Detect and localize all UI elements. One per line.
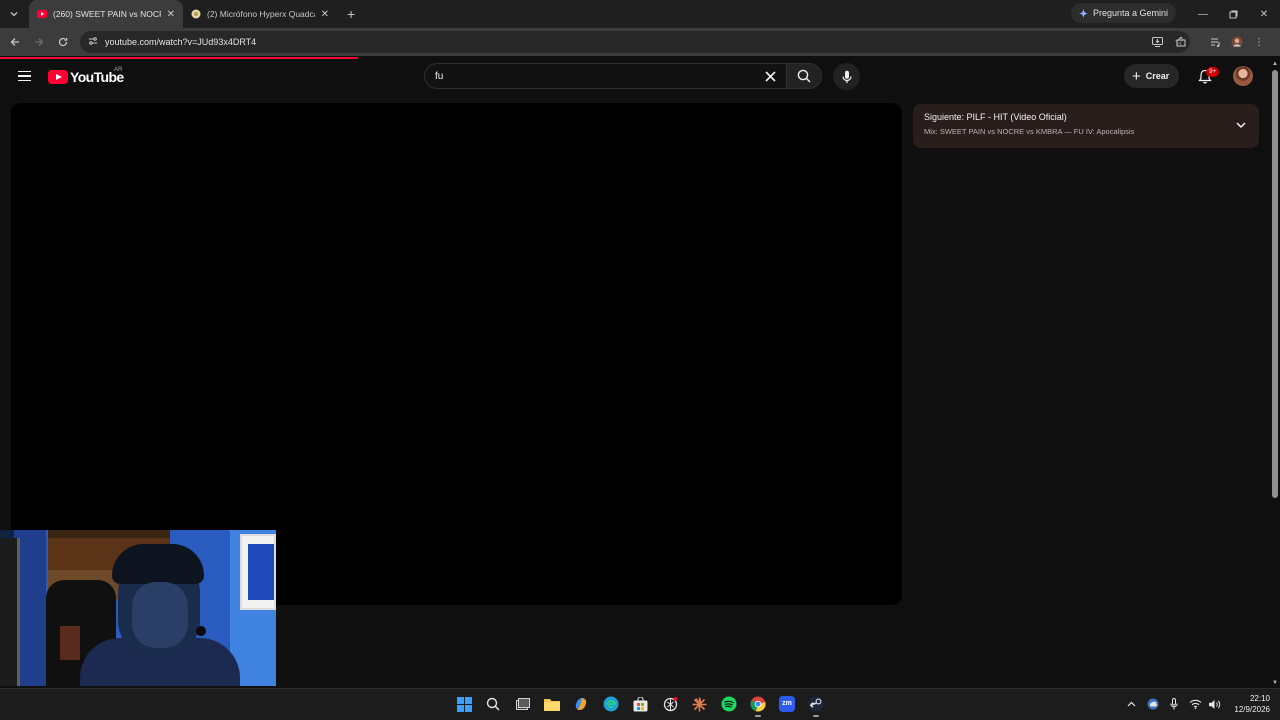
scroll-down-arrow-icon[interactable]: ▼ [1271,679,1279,687]
youtube-favicon-icon [37,9,47,19]
clock-date: 12/9/2026 [1234,705,1270,714]
minimize-window-icon[interactable]: — [1188,0,1218,28]
up-next-panel[interactable]: Siguiente: PILF - HIT (Video Oficial) Mi… [913,104,1259,148]
screen: (260) SWEET PAIN vs NOCRE vs ✕ (2) Micró… [0,0,1280,720]
account-avatar[interactable] [1233,66,1253,86]
restore-window-icon[interactable] [1218,0,1248,28]
scroll-up-arrow-icon[interactable]: ▲ [1271,60,1279,68]
forward-arrow-icon[interactable] [27,30,51,54]
microsoft-store-icon[interactable] [629,693,651,715]
webcam-poster-print [248,544,274,600]
windows-start-icon[interactable] [453,693,475,715]
zoom-app-label: zm [782,700,792,707]
show-hidden-icons-chevron-icon[interactable] [1124,696,1138,712]
volume-speaker-icon[interactable] [1206,696,1222,712]
back-arrow-icon[interactable] [3,30,27,54]
address-url: youtube.com/watch?v=JUd93x4DRT4 [105,37,257,47]
ask-gemini-button[interactable]: Pregunta a Gemini [1070,3,1176,23]
webcam-headset-mic [196,626,206,636]
up-next-prefix: Siguiente: [924,112,965,122]
taskbar-search-icon[interactable] [482,693,504,715]
youtube-logo[interactable]: YouTube [48,67,124,87]
profile-avatar-icon[interactable] [1226,31,1248,53]
browser-menu-kebab-icon[interactable]: ⋮ [1248,31,1270,53]
webcam-person-face [132,582,188,648]
page-load-progress-fill [0,57,359,59]
tab-close-icon[interactable]: ✕ [315,9,329,20]
page-load-progress-bar [0,57,1280,59]
notification-count-badge: 9+ [1206,67,1220,77]
webcam-door [0,538,20,686]
microphone-tray-icon[interactable] [1167,696,1181,712]
gemini-sparkle-icon [1078,8,1088,18]
tab-title: (260) SWEET PAIN vs NOCRE vs [53,9,161,19]
media-controls-icon[interactable] [1204,31,1226,53]
browser-tab-youtube[interactable]: (260) SWEET PAIN vs NOCRE vs ✕ [29,0,183,28]
hyperx-favicon-icon [191,9,201,19]
reload-icon[interactable] [51,30,75,54]
expand-chevron-icon[interactable] [1235,119,1247,131]
up-next-heading: Siguiente: PILF - HIT (Video Oficial) [924,112,1248,122]
install-app-icon[interactable] [1146,31,1168,53]
guide-menu-icon[interactable] [14,66,34,86]
voice-search-button[interactable] [833,63,860,90]
chatgpt-icon[interactable] [659,693,681,715]
browser-tab-strip: (260) SWEET PAIN vs NOCRE vs ✕ (2) Micró… [0,0,1280,28]
webcam-overlay [0,530,276,686]
wifi-icon[interactable] [1187,696,1203,712]
scrollbar-thumb[interactable] [1272,70,1278,498]
microsoft-edge-icon[interactable] [600,693,622,715]
new-tab-plus-icon[interactable]: + [347,6,355,22]
search-input[interactable]: fu [424,63,786,89]
spotify-icon[interactable] [718,693,740,715]
browser-toolbar: youtube.com/watch?v=JUd93x4DRT4 ☆ [0,28,1280,56]
copilot-icon[interactable] [570,693,592,715]
up-next-title: PILF - HIT (Video Oficial) [966,112,1067,122]
webcam-person-hair [112,544,204,584]
close-window-icon[interactable]: ✕ [1249,0,1279,28]
search-input-value: fu [435,70,444,82]
tab-close-icon[interactable]: ✕ [161,9,175,20]
browser-tab-hyperx[interactable]: (2) Micrófono Hyperx Quadcast ✕ [183,0,337,28]
site-info-tune-icon[interactable] [86,36,100,48]
browser-toolbar-right: ⋮ [1170,28,1270,56]
create-button-label: Crear [1145,71,1170,81]
search-icon [797,69,811,83]
plus-icon: + [1132,67,1141,85]
tab-title: (2) Micrófono Hyperx Quadcast [207,9,315,19]
claude-sparkle-icon[interactable] [688,693,710,715]
youtube-play-logo-icon [48,70,68,84]
up-next-playlist: Mix: SWEET PAIN vs NOCRE vs KMBRA — FU I… [924,127,1135,136]
steam-icon[interactable] [805,693,827,717]
google-chrome-icon[interactable] [747,693,769,717]
file-explorer-icon[interactable] [541,693,563,715]
ask-gemini-label: Pregunta a Gemini [1092,8,1168,18]
country-code: AR [114,67,123,73]
task-view-icon[interactable] [512,693,534,715]
webcam-chair-accent [60,626,80,660]
clock-time: 22:10 [1249,694,1270,703]
clear-search-icon[interactable] [762,67,778,85]
microphone-icon [841,70,852,83]
search-button[interactable] [786,63,822,89]
onedrive-security-tray-icon[interactable] [1146,696,1160,712]
taskbar-clock[interactable]: 22:10 12/9/2026 [1222,693,1270,715]
address-bar[interactable]: youtube.com/watch?v=JUd93x4DRT4 ☆ [80,31,1190,53]
create-button[interactable]: + Crear [1124,64,1180,88]
zoom-app-icon[interactable]: zm [776,693,798,715]
tab-search-chevron-icon[interactable] [3,3,25,25]
extensions-puzzle-icon[interactable] [1170,31,1192,53]
